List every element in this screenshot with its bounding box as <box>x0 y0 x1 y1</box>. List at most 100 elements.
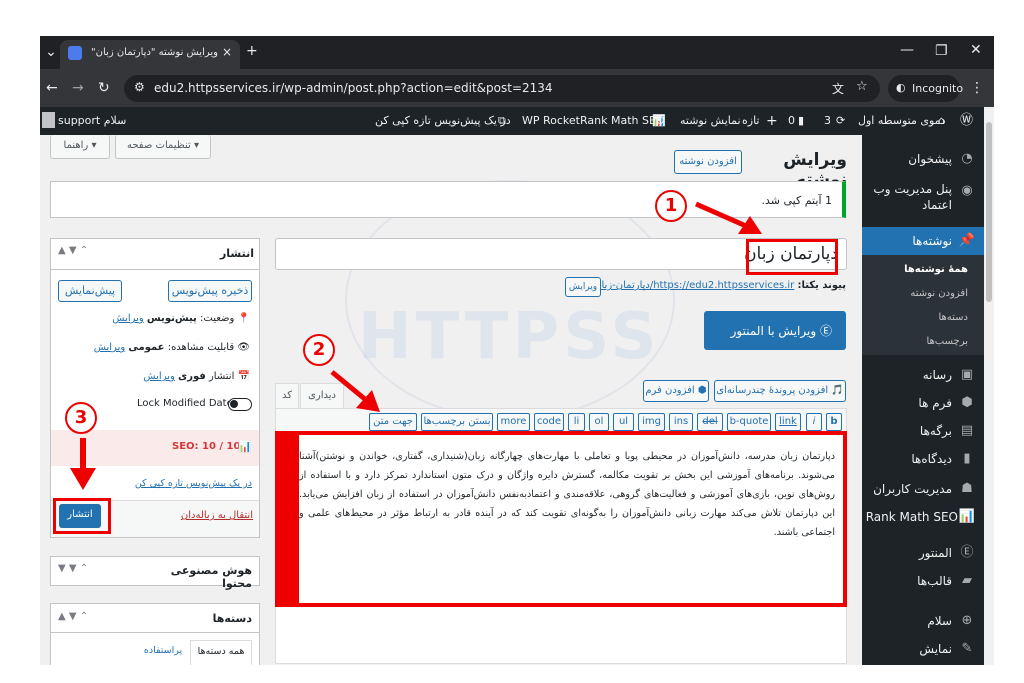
comment-icon: ▮ <box>963 451 971 466</box>
users-icon: ☗ <box>961 481 973 496</box>
tab-all-categories[interactable]: همه دسته‌ها <box>190 640 252 665</box>
restore-icon[interactable]: ❐ <box>935 43 948 59</box>
content-textarea[interactable]: دپارتمان زبان مدرسه، دانش‌آموزان در محیط… <box>275 431 847 607</box>
tab-code[interactable]: کد <box>275 383 299 409</box>
avatar[interactable] <box>42 112 55 128</box>
content-textarea-value: دپارتمان زبان مدرسه، دانش‌آموزان در محیط… <box>299 451 835 538</box>
screen-options-button[interactable]: تنظیمات صفحه ▾ <box>115 135 211 159</box>
menu-users[interactable]: ☗ مدیریت کاربران <box>862 475 984 503</box>
menu-posts[interactable]: 📌 نوشته‌ها <box>862 227 984 255</box>
menu-label: دیدگاه‌ها <box>911 452 952 466</box>
menu-label: نوشته‌ها <box>912 234 952 248</box>
qt-del-button[interactable]: del <box>697 413 723 431</box>
ai-box-controls-icon[interactable]: ▼ ▼ ⌃ <box>58 563 88 574</box>
qt-italic-button[interactable]: i <box>806 413 822 431</box>
submenu-all-posts[interactable]: همهٔ نوشته‌ها <box>862 259 984 281</box>
window-close-icon[interactable]: ✕ <box>970 42 982 58</box>
bookmark-star-icon[interactable]: ☆ <box>856 79 868 94</box>
rankmath-menu-icon: 📊 <box>958 509 976 524</box>
submenu-add-post[interactable]: افزودن نوشته <box>862 283 984 305</box>
copy-to-draft-link[interactable]: در یک پیش‌نویس تازه کپی کن <box>130 478 252 489</box>
ai-box-title: هوش مصنوعی محتوا <box>170 564 252 590</box>
watermark-text: HTTPSS <box>358 300 661 374</box>
menu-pages[interactable]: ▤ برگه‌ها <box>862 417 984 445</box>
adminbar-wprocket[interactable]: WP Rocket <box>522 107 580 135</box>
qt-li-button[interactable]: li <box>568 413 585 431</box>
menu-forms[interactable]: ⬢ فرم ها <box>862 389 984 417</box>
new-tab-icon[interactable]: + <box>246 43 258 59</box>
admin-menu: ◔ پیشخوان ◉ پنل مدیریت وب اعتماد 📌 نوشته‌ها… <box>854 135 984 665</box>
forward-icon[interactable]: → <box>72 80 84 96</box>
adminbar-new[interactable]: تازه <box>742 107 760 135</box>
qt-ol-button[interactable]: ol <box>589 413 609 431</box>
categories-controls-icon[interactable]: ▲ ▼ ⌃ <box>58 611 88 622</box>
scrollbar-thumb[interactable] <box>986 122 992 302</box>
address-bar[interactable]: ⚙ edu2.httpsservices.ir/wp-admin/post.ph… <box>124 75 880 102</box>
adminbar-rankmath[interactable]: Rank Math SEO <box>580 107 665 135</box>
qt-blockquote-button[interactable]: b-quote <box>727 413 771 431</box>
menu-media[interactable]: ▣ رسانه <box>862 361 984 389</box>
reload-icon[interactable]: ↻ <box>98 80 110 96</box>
menu-hello[interactable]: ⊕ سلام <box>862 607 984 635</box>
add-new-post-button[interactable]: افزودن نوشته <box>674 150 742 174</box>
browser-tab[interactable]: ویرایش نوشته "دپارتمان زبان" ‹ د… × <box>60 40 240 69</box>
qt-code-button[interactable]: code <box>534 413 564 431</box>
tab-search-icon[interactable]: ⌄ <box>44 44 58 60</box>
annotation-circle-3: 3 <box>65 402 97 434</box>
adminbar-greeting[interactable]: سلام support <box>58 107 126 135</box>
updates-icon[interactable]: ⟳ <box>836 107 845 135</box>
menu-label: فرم ها <box>918 396 952 410</box>
new-content-icon[interactable]: + <box>766 107 778 135</box>
pages-icon: ▤ <box>960 423 974 438</box>
adminbar-copy-draft[interactable]: در یک پیش‌نویس تازه کپی کن <box>375 107 511 135</box>
tab-close-icon[interactable]: × <box>222 45 232 59</box>
qt-more-button[interactable]: more <box>497 413 530 431</box>
save-draft-button[interactable]: ذخیره پیش‌نویس <box>168 280 252 302</box>
menu-panel[interactable]: ◉ پنل مدیریت وب اعتماد <box>862 177 984 217</box>
help-button[interactable]: راهنما ▾ <box>50 135 110 159</box>
menu-elementor[interactable]: Ⓔ المنتور <box>862 539 984 567</box>
brush-icon: ✎ <box>961 641 973 656</box>
lock-modified-toggle[interactable] <box>228 398 252 411</box>
qt-ul-button[interactable]: ul <box>613 413 634 431</box>
menu-comments[interactable]: ▮ دیدگاه‌ها <box>862 445 984 473</box>
site-info-icon[interactable]: ⚙ <box>134 80 145 94</box>
browser-menu-icon[interactable]: ⋮ <box>970 80 984 96</box>
tab-popular-categories[interactable]: پراستفاده <box>138 645 188 656</box>
box-controls-icon[interactable]: ▲ ▼ ⌃ <box>58 245 88 256</box>
url-text: edu2.httpsservices.ir/wp-admin/post.php?… <box>154 81 553 95</box>
menu-dashboard[interactable]: ◔ پیشخوان <box>862 145 984 173</box>
preview-button[interactable]: پیش‌نمایش <box>58 280 122 302</box>
incognito-indicator[interactable]: ◐ Incognito <box>888 75 963 102</box>
back-icon[interactable]: ← <box>46 80 58 96</box>
move-to-trash-link[interactable]: انتقال به زباله‌دان <box>178 510 253 521</box>
add-form-button[interactable]: ⬢ افزودن فرم <box>643 380 709 402</box>
schedule-edit-link[interactable]: ویرایش <box>143 371 174 382</box>
updates-count[interactable]: 3 <box>824 107 831 135</box>
permalink-edit-button[interactable]: ویرایش <box>565 277 601 297</box>
menu-templates[interactable]: ▰ قالب‌ها <box>862 567 984 595</box>
visibility-edit-link[interactable]: ویرایش <box>94 342 125 353</box>
permalink-link[interactable]: https://edu2.httpsservices.ir/دپارتمان-ز… <box>581 280 794 291</box>
minimize-icon[interactable]: — <box>900 42 914 58</box>
qt-close-tags-button[interactable]: بستن برچسب‌ها <box>421 413 493 431</box>
comments-icon[interactable]: ▮ <box>798 107 804 135</box>
translate-icon[interactable]: 文 <box>832 80 844 97</box>
annotation-arrow-2 <box>330 370 380 412</box>
edit-with-elementor-button[interactable]: Ⓔ ویرایش با المنتور <box>704 311 846 350</box>
qt-img-button[interactable]: img <box>638 413 665 431</box>
adminbar-site-name[interactable]: دموی متوسطه اول <box>858 107 945 135</box>
submenu-categories[interactable]: دسته‌ها <box>862 307 984 329</box>
menu-rankmath[interactable]: 📊 Rank Math SEO <box>862 503 984 531</box>
qt-ins-button[interactable]: ins <box>669 413 693 431</box>
add-media-button[interactable]: 🎵 افزودن پروندهٔ چندرسانه‌ای <box>714 380 846 402</box>
adminbar-view-post[interactable]: نمایش نوشته <box>680 107 741 135</box>
qt-bold-button[interactable]: b <box>826 413 842 431</box>
status-edit-link[interactable]: ویرایش <box>112 313 143 324</box>
wordpress-logo-icon[interactable]: Ⓦ <box>960 107 973 135</box>
qt-link-button[interactable]: link <box>775 413 801 431</box>
schedule-value: فوری <box>178 371 206 382</box>
comments-count[interactable]: 0 <box>788 107 795 135</box>
menu-appearance[interactable]: ✎ نمایش <box>862 635 984 663</box>
submenu-tags[interactable]: برچسب‌ها <box>862 331 984 353</box>
